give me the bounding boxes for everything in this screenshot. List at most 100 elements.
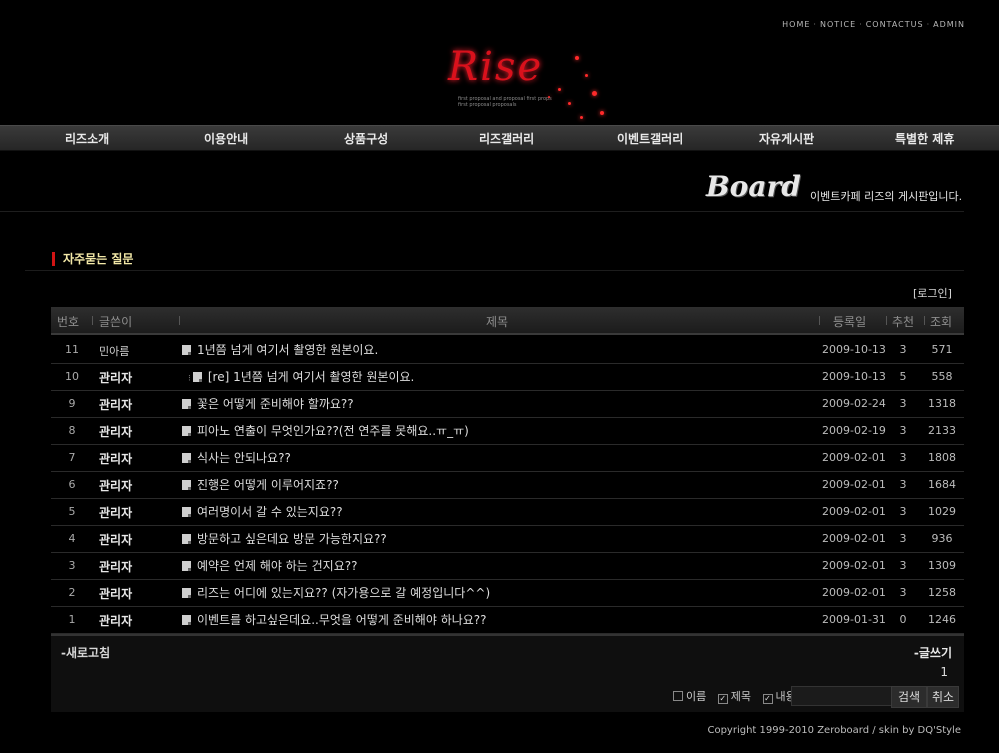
table-header: 번호 글쓴이 제목 등록일 추천 조회	[51, 307, 964, 335]
post-author[interactable]: 관리자	[99, 369, 132, 386]
document-icon	[182, 426, 191, 436]
table-row[interactable]: 5 관리자 여러명이서 갈 수 있는지요?? 2009-02-01 3 1029	[51, 499, 964, 526]
post-subject: 예약은 언제 해야 하는 건지요??	[197, 559, 358, 573]
table-row[interactable]: 4 관리자 방문하고 싶은데요 방문 가능한지요?? 2009-02-01 3 936	[51, 526, 964, 553]
site-logo[interactable]: Rise first proposal and proposal first p…	[440, 36, 640, 126]
post-author[interactable]: 관리자	[99, 423, 132, 440]
login-link[interactable]: [로그인]	[913, 285, 952, 301]
table-row[interactable]: 3 관리자 예약은 언제 해야 하는 건지요?? 2009-02-01 3 1309	[51, 553, 964, 580]
header-vote[interactable]: 추천	[892, 313, 914, 330]
checkbox-checked-icon[interactable]: ✓	[762, 694, 773, 704]
post-subject-link[interactable]: ⁝ [re] 1년쯤 넘게 여기서 촬영한 원본이요.	[188, 368, 414, 385]
table-row[interactable]: 6 관리자 진행은 어떻게 이루어지죠?? 2009-02-01 3 1684	[51, 472, 964, 499]
post-author[interactable]: 민아름	[99, 343, 129, 359]
document-icon	[192, 372, 202, 382]
header-separator	[924, 316, 925, 325]
table-row[interactable]: 1 관리자 이벤트를 하고싶은데요..무엇을 어떻게 준비해야 하나요?? 2009-…	[51, 607, 964, 634]
post-author[interactable]: 관리자	[99, 477, 132, 494]
nav-item-guide[interactable]: 이용안내	[204, 130, 248, 147]
post-date: 2009-02-01	[822, 478, 886, 491]
header-separator	[886, 316, 887, 325]
post-author[interactable]: 관리자	[99, 558, 132, 575]
table-row[interactable]: 2 관리자 리즈는 어디에 있는지요?? (자가용으로 갈 예정입니다^^) 2009…	[51, 580, 964, 607]
post-number: 4	[68, 532, 76, 545]
post-subject-link[interactable]: 꽃은 어떻게 준비해야 할까요??	[182, 395, 354, 412]
nav-item-event-gallery[interactable]: 이벤트갤러리	[617, 130, 683, 147]
post-subject: 이벤트를 하고싶은데요..무엇을 어떻게 준비해야 하나요??	[197, 613, 487, 627]
post-view-count: 1258	[928, 586, 956, 599]
admin-link[interactable]: ADMIN	[933, 20, 965, 29]
nav-item-gallery[interactable]: 리즈갤러리	[479, 130, 534, 147]
search-input[interactable]	[791, 686, 899, 706]
post-view-count: 1318	[928, 397, 956, 410]
checkbox-icon[interactable]	[673, 691, 683, 701]
nav-item-partnership[interactable]: 특별한 제휴	[895, 130, 954, 147]
header-subject[interactable]: 제목	[486, 313, 508, 330]
post-view-count: 2133	[928, 424, 956, 437]
post-date: 2009-02-01	[822, 559, 886, 572]
post-author[interactable]: 관리자	[99, 504, 132, 521]
header-separator	[92, 316, 93, 325]
post-date: 2009-02-01	[822, 586, 886, 599]
post-subject-link[interactable]: 예약은 언제 해야 하는 건지요??	[182, 557, 357, 574]
post-subject-link[interactable]: 식사는 안되나요??	[182, 449, 291, 466]
cancel-button[interactable]: 취소	[927, 686, 959, 708]
document-icon	[182, 615, 191, 625]
nav-item-free-board[interactable]: 자유게시판	[759, 130, 814, 147]
post-subject-link[interactable]: 방문하고 싶은데요 방문 가능한지요??	[182, 530, 387, 547]
sparkle-decoration	[568, 102, 571, 105]
post-date: 2009-02-01	[822, 532, 886, 545]
table-row[interactable]: 10 관리자 ⁝ [re] 1년쯤 넘게 여기서 촬영한 원본이요. 2009-10-1…	[51, 364, 964, 391]
post-author[interactable]: 관리자	[99, 450, 132, 467]
post-date: 2009-02-24	[822, 397, 886, 410]
post-subject-link[interactable]: 여러명이서 갈 수 있는지요??	[182, 503, 343, 520]
post-subject-link[interactable]: 이벤트를 하고싶은데요..무엇을 어떻게 준비해야 하나요??	[182, 611, 487, 628]
nav-item-products[interactable]: 상품구성	[344, 130, 388, 147]
post-subject-link[interactable]: 1년쯤 넘게 여기서 촬영한 원본이요.	[182, 341, 378, 358]
post-author[interactable]: 관리자	[99, 396, 132, 413]
separator: ·	[926, 20, 931, 29]
document-icon	[182, 588, 191, 598]
post-subject: 피아노 연출이 무엇인가요??(전 연주를 못해요..ㅠ_ㅠ)	[197, 424, 469, 438]
post-author[interactable]: 관리자	[99, 585, 132, 602]
post-subject: 1년쯤 넘게 여기서 촬영한 원본이요.	[197, 343, 379, 357]
post-vote-count: 3	[899, 505, 907, 518]
post-subject-link[interactable]: 진행은 어떻게 이루어지죠??	[182, 476, 339, 493]
logo-tagline: first proposal and proposal first props …	[458, 96, 552, 108]
table-row[interactable]: 9 관리자 꽃은 어떻게 준비해야 할까요?? 2009-02-24 3 1318	[51, 391, 964, 418]
notice-link[interactable]: NOTICE	[820, 20, 856, 29]
sparkle-decoration	[592, 91, 597, 96]
checkbox-checked-icon[interactable]: ✓	[717, 694, 728, 704]
document-icon	[182, 507, 191, 517]
post-date: 2009-01-31	[822, 613, 886, 626]
post-subject-link[interactable]: 리즈는 어디에 있는지요?? (자가용으로 갈 예정입니다^^)	[182, 584, 490, 601]
post-author[interactable]: 관리자	[99, 612, 132, 629]
post-vote-count: 3	[899, 532, 907, 545]
sparkle-decoration	[585, 74, 588, 77]
home-link[interactable]: HOME	[782, 20, 810, 29]
document-icon	[182, 453, 191, 463]
post-number: 8	[68, 424, 76, 437]
post-view-count: 1808	[928, 451, 956, 464]
post-subject-link[interactable]: 피아노 연출이 무엇인가요??(전 연주를 못해요..ㅠ_ㅠ)	[182, 422, 469, 439]
post-author[interactable]: 관리자	[99, 531, 132, 548]
contactus-link[interactable]: CONTACTUS	[866, 20, 924, 29]
post-vote-count: 3	[899, 451, 907, 464]
refresh-button[interactable]: -새로고침	[61, 644, 110, 661]
search-button[interactable]: 검색	[891, 686, 927, 708]
table-row[interactable]: 7 관리자 식사는 안되나요?? 2009-02-01 3 1808	[51, 445, 964, 472]
header-views[interactable]: 조회	[930, 313, 952, 330]
table-row[interactable]: 8 관리자 피아노 연출이 무엇인가요??(전 연주를 못해요..ㅠ_ㅠ) 2009-…	[51, 418, 964, 445]
divider	[0, 211, 964, 212]
search-option-subject[interactable]: ✓ 제목	[717, 690, 751, 704]
nav-item-about[interactable]: 리즈소개	[65, 130, 109, 147]
write-button[interactable]: -글쓰기	[914, 644, 952, 661]
header-date[interactable]: 등록일	[833, 313, 866, 330]
page-number[interactable]: 1	[940, 665, 948, 679]
reply-indent-icon: ⁝	[188, 374, 191, 384]
post-number: 1	[68, 613, 76, 626]
table-row[interactable]: 11 민아름 1년쯤 넘게 여기서 촬영한 원본이요. 2009-10-13 3 571	[51, 337, 964, 364]
post-vote-count: 3	[899, 343, 907, 356]
search-option-name[interactable]: 이름	[673, 690, 706, 703]
main-nav: 리즈소개 이용안내 상품구성 리즈갤러리 이벤트갤러리 자유게시판 특별한 제휴	[0, 125, 999, 151]
